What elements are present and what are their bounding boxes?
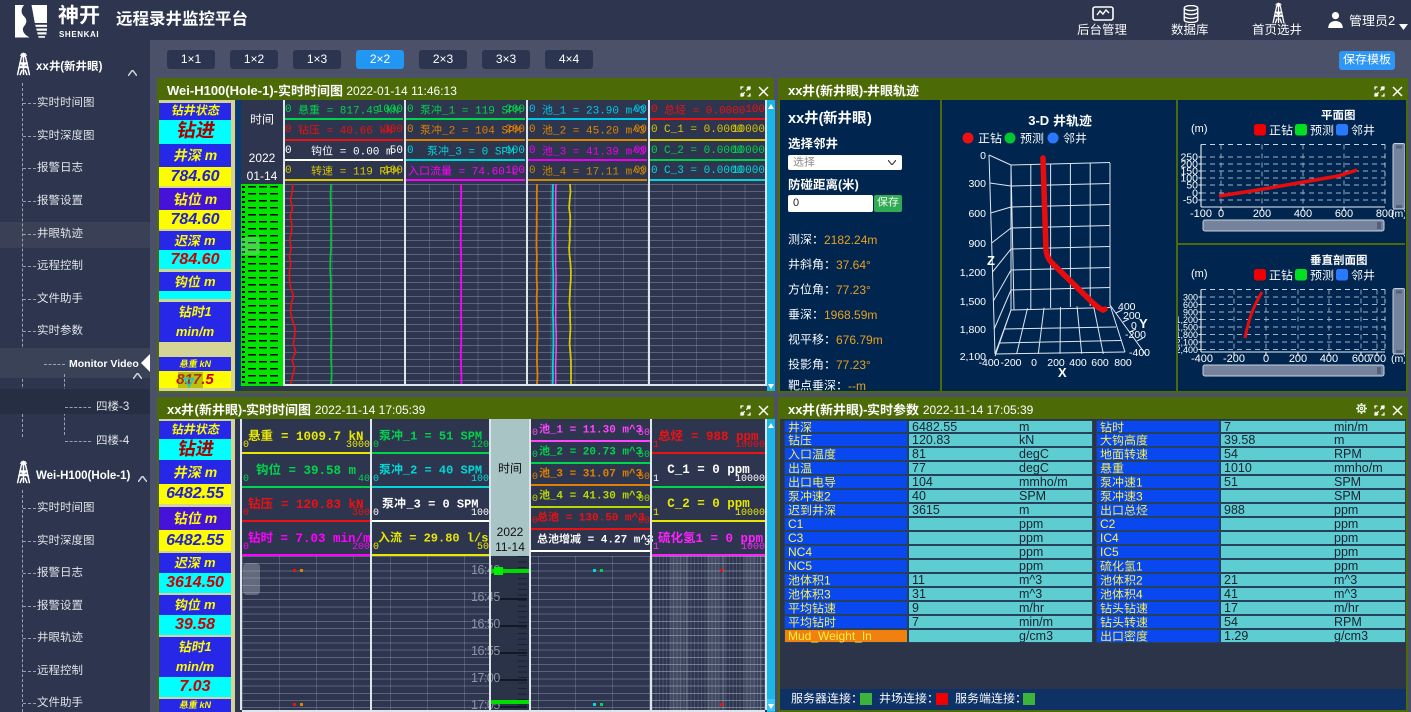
svg-text:-400: -400 (1129, 347, 1150, 359)
svg-text:600: 600 (1091, 357, 1109, 369)
svg-text:-100: -100 (1190, 208, 1212, 220)
svg-text:-400: -400 (1191, 353, 1213, 365)
svg-text:0: 0 (1031, 357, 1037, 369)
svg-text:1,800: 1,800 (960, 324, 986, 336)
svg-text:600: 600 (968, 208, 986, 220)
svg-text:Y: Y (1139, 316, 1148, 331)
svg-text:-50: -50 (1183, 195, 1198, 207)
svg-text:1,500: 1,500 (960, 296, 986, 308)
svg-text:(m): (m) (1391, 353, 1405, 365)
svg-text:(m): (m) (1391, 208, 1405, 220)
svg-text:-400: -400 (978, 357, 999, 369)
svg-text:-200: -200 (1000, 357, 1021, 369)
svg-text:0: 0 (980, 150, 986, 162)
svg-text:1,200: 1,200 (960, 267, 986, 279)
svg-text:300: 300 (968, 178, 986, 190)
svg-text:900: 900 (968, 238, 986, 250)
svg-text:Z: Z (987, 253, 995, 268)
svg-text:400: 400 (1069, 357, 1087, 369)
svg-text:X: X (1058, 365, 1067, 380)
